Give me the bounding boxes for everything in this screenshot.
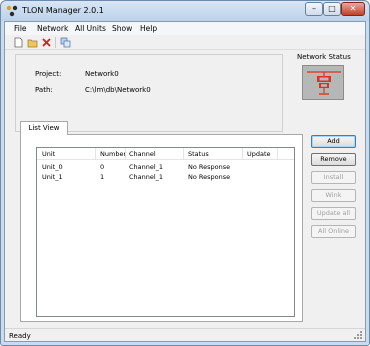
column-separator [183,148,184,160]
toolbar-separator [55,37,56,48]
client-area: File Network All Units Show Help Project [4,21,366,342]
project-value: Network0 [85,70,119,78]
add-button[interactable]: Add [311,135,356,148]
column-unit[interactable]: Unit [42,150,55,158]
status-bar: Ready [5,328,365,341]
table-row[interactable]: Unit_1 1 Channel_1 No Response [37,172,294,182]
status-text: Ready [9,332,31,340]
menu-bar: File Network All Units Show Help [5,22,365,35]
resize-grip-icon[interactable] [354,331,363,340]
units-list[interactable]: Unit Number Channel Status Update Unit_0… [36,147,295,317]
delete-x-icon[interactable] [41,37,52,48]
network-node-icon [307,71,341,95]
column-number[interactable]: Number [100,150,126,158]
column-update[interactable]: Update [247,150,271,158]
app-window: TLON Manager 2.0.1 – □ ✕ File Network Al… [0,0,370,346]
network-status-indicator [302,65,344,100]
column-separator [242,148,243,160]
update-all-button[interactable]: Update all [311,207,356,220]
app-logo-icon [6,5,18,17]
new-document-icon[interactable] [13,37,24,48]
list-view-panel: Unit Number Channel Status Update Unit_0… [20,134,303,322]
cell-number: 1 [100,173,105,181]
path-value: C:\lm\db\Network0 [85,86,151,94]
menu-file[interactable]: File [14,24,27,33]
cell-number: 0 [100,163,105,171]
list-header: Unit Number Channel Status Update [37,148,294,160]
minimize-button[interactable]: – [305,2,323,16]
column-status[interactable]: Status [188,150,209,158]
table-row[interactable]: Unit_0 0 Channel_1 No Response [37,162,294,172]
close-button[interactable]: ✕ [341,2,365,16]
title-bar[interactable]: TLON Manager 2.0.1 – □ ✕ [1,1,369,21]
window-title: TLON Manager 2.0.1 [22,6,104,15]
cell-channel: Channel_1 [129,163,164,171]
remove-button[interactable]: Remove [311,153,356,166]
open-folder-icon[interactable] [27,37,38,48]
wink-button[interactable]: Wink [311,189,356,202]
maximize-button[interactable]: □ [323,2,341,16]
cell-status: No Response [188,163,231,171]
menu-all-units[interactable]: All Units [75,24,106,33]
tab-list-view[interactable]: List View [20,121,68,135]
menu-help[interactable]: Help [140,24,157,33]
column-channel[interactable]: Channel [129,150,156,158]
cell-unit: Unit_1 [42,173,63,181]
cell-status: No Response [188,173,231,181]
cell-unit: Unit_0 [42,163,63,171]
menu-show[interactable]: Show [112,24,132,33]
menu-network[interactable]: Network [37,24,68,33]
install-button[interactable]: Install [311,171,356,184]
cell-channel: Channel_1 [129,173,164,181]
all-online-button[interactable]: All Online [311,225,356,238]
project-label: Project: [35,70,62,78]
path-label: Path: [35,86,53,94]
column-separator [125,148,126,160]
column-separator [95,148,96,160]
copy-icon[interactable] [60,37,71,48]
toolbar [5,35,365,50]
column-separator [277,148,278,160]
network-status-label: Network Status [297,53,351,61]
